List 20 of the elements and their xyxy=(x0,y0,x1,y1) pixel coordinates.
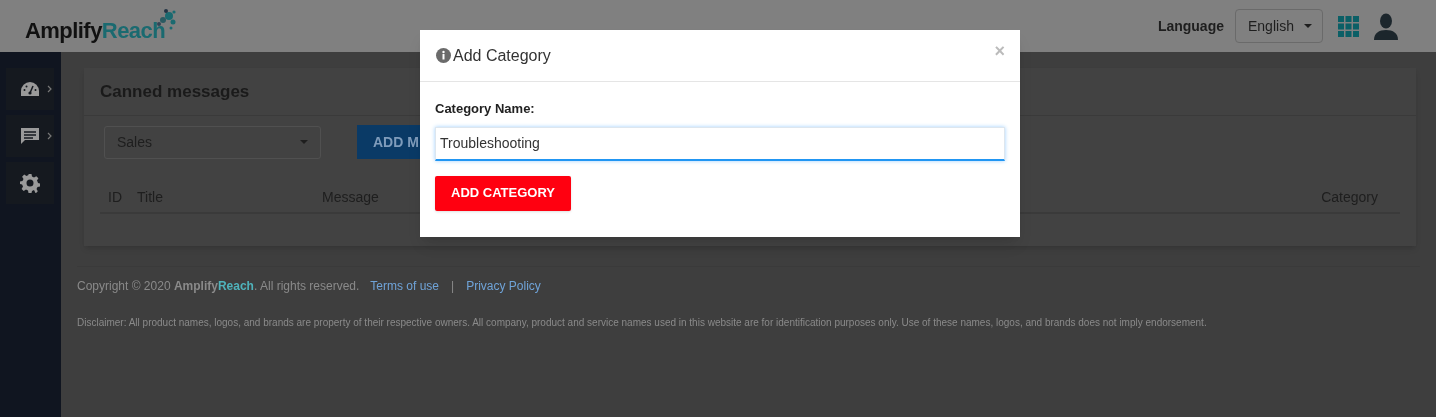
gauge-icon xyxy=(20,81,40,97)
add-category-button[interactable]: ADD CATEGORY xyxy=(435,175,571,211)
language-select[interactable]: English xyxy=(1235,9,1323,43)
footer-link[interactable]: Privacy Policy xyxy=(466,277,541,295)
disclaimer-text: Disclaimer: All product names, logos, and brands are property of their respective owners. All company, product and service names used in this website are for identification purposes only. Use of these names, logos, and brands does not imply endorsement. xyxy=(77,316,1208,330)
language-label: Language xyxy=(1157,16,1224,36)
info-icon xyxy=(436,48,451,63)
separator: | xyxy=(451,278,455,295)
copyright-text: Copyright © 2020 AmplifyReach. All rights reserved. xyxy=(77,278,360,295)
footer-link[interactable]: Terms of use xyxy=(370,277,440,295)
app-logo[interactable]: AmplifyReach xyxy=(25,6,180,46)
sidebar-item[interactable] xyxy=(6,115,54,157)
sidebar-item[interactable] xyxy=(6,68,54,110)
category-name-input[interactable]: Troubleshooting xyxy=(435,126,1005,161)
chat-icon xyxy=(20,126,40,146)
settings-icon xyxy=(20,173,40,193)
sidebar-item[interactable] xyxy=(6,162,54,204)
field-label: Category Name: xyxy=(435,100,536,118)
dialog-title: Add Category xyxy=(453,45,551,66)
user-avatar-icon[interactable] xyxy=(1374,12,1398,40)
